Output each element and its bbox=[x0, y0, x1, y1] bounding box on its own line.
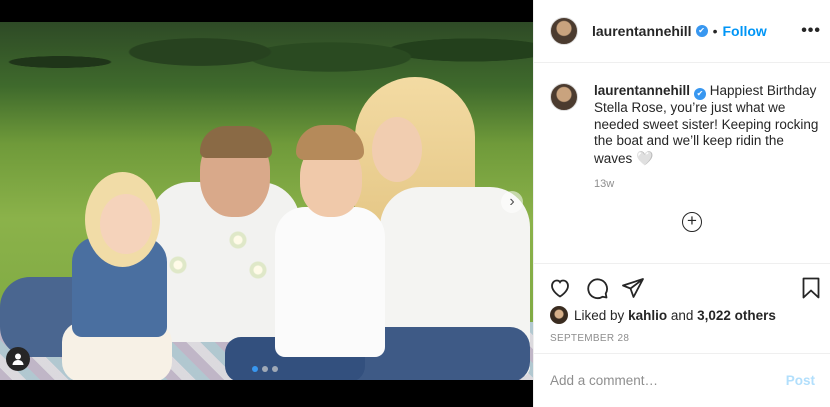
caption-avatar[interactable] bbox=[550, 83, 578, 111]
caption-timestamp[interactable]: 13w bbox=[594, 178, 614, 190]
user-tag-glyph bbox=[12, 353, 24, 365]
photo-dad-hair bbox=[200, 126, 272, 158]
carousel-dots bbox=[252, 366, 278, 372]
photo-boy-hair bbox=[296, 125, 364, 160]
photo-mom-face bbox=[372, 117, 422, 182]
heart-icon[interactable] bbox=[548, 276, 572, 300]
post-side-panel: laurentannehill ✔ • Follow ••• laurentan… bbox=[533, 0, 830, 407]
photo-flowers bbox=[245, 257, 271, 283]
photo-flowers bbox=[165, 252, 191, 278]
white-heart-emoji: 🤍 bbox=[636, 149, 654, 166]
post-photo[interactable] bbox=[0, 22, 533, 380]
likes-count-link[interactable]: 3,022 others bbox=[697, 308, 776, 323]
add-comment-icon[interactable]: + bbox=[682, 212, 702, 232]
follow-button[interactable]: Follow bbox=[722, 23, 766, 39]
bookmark-icon[interactable] bbox=[799, 276, 823, 300]
header-username[interactable]: laurentannehill bbox=[592, 23, 692, 39]
liker-username[interactable]: kahlio bbox=[628, 308, 667, 323]
user-tag-icon[interactable] bbox=[6, 347, 30, 371]
header-separator: • bbox=[712, 23, 718, 39]
caption-username[interactable]: laurentannehill bbox=[594, 83, 690, 98]
photo-panel: › bbox=[0, 0, 533, 407]
post-header: laurentannehill ✔ • Follow ••• bbox=[534, 0, 830, 63]
post-date[interactable]: SEPTEMBER 28 bbox=[550, 333, 629, 344]
likes-joiner: and bbox=[670, 307, 694, 323]
verified-icon: ✔ bbox=[695, 25, 708, 37]
photo-girl-face bbox=[100, 194, 152, 254]
action-bar bbox=[534, 263, 830, 309]
photo-boy-body bbox=[275, 207, 385, 357]
comment-bar: Post bbox=[534, 353, 830, 407]
caption-text: laurentannehill ✔ Happiest Birthday Stell… bbox=[594, 83, 825, 167]
carousel-dot bbox=[272, 366, 278, 372]
carousel-dot bbox=[262, 366, 268, 372]
share-icon[interactable] bbox=[621, 276, 645, 300]
liker-avatar[interactable] bbox=[550, 306, 568, 324]
post-comment-button[interactable]: Post bbox=[786, 373, 815, 388]
comment-input[interactable] bbox=[550, 373, 786, 388]
verified-icon: ✔ bbox=[694, 88, 707, 100]
next-arrow-icon[interactable]: › bbox=[501, 191, 523, 213]
likes-summary: Liked by kahlio and 3,022 others bbox=[550, 306, 776, 324]
caption: laurentannehill ✔ Happiest Birthday Stell… bbox=[550, 83, 825, 167]
comment-icon[interactable] bbox=[585, 276, 609, 300]
likes-prefix: Liked by bbox=[574, 307, 625, 323]
more-options-icon[interactable]: ••• bbox=[801, 22, 821, 40]
photo-flowers bbox=[225, 227, 251, 253]
avatar[interactable] bbox=[550, 17, 578, 45]
carousel-dot bbox=[252, 366, 258, 372]
